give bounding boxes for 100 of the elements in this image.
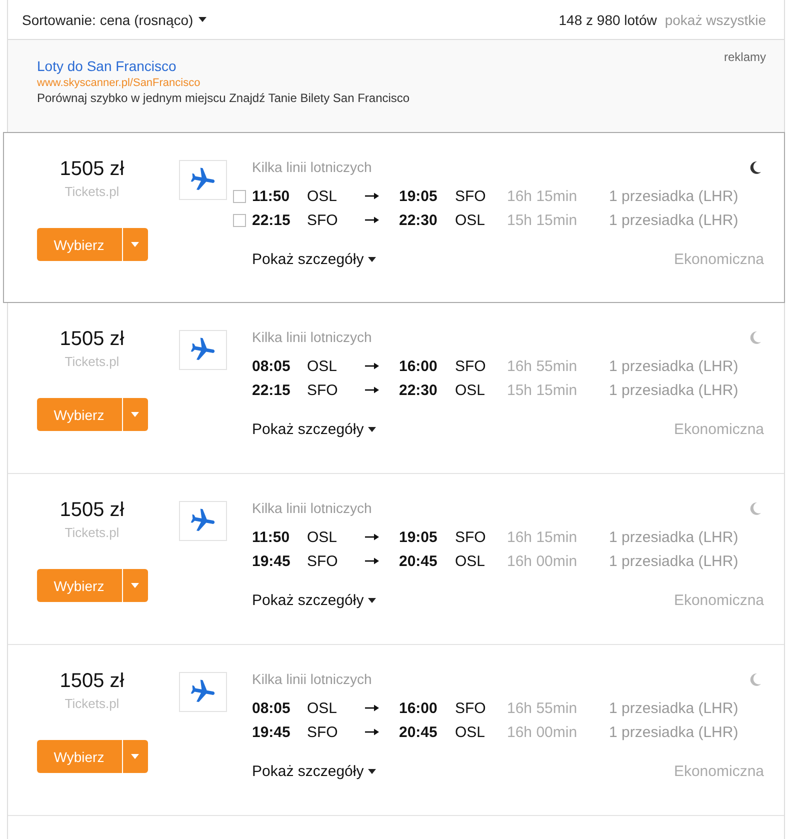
moon-icon — [749, 160, 761, 174]
caret-icon — [131, 242, 139, 247]
arrival-airport: SFO — [455, 528, 487, 546]
sort-dropdown[interactable]: Sortowanie: cena (rosnąco) — [22, 12, 208, 28]
price: 1505 zł — [60, 157, 124, 181]
arrival-airport: OSL — [455, 552, 486, 570]
flight-duration: 15h 15min — [507, 382, 578, 398]
departure-airport: SFO — [307, 382, 339, 398]
arrival-time: 22:30 — [399, 212, 438, 228]
flight-duration: 15h 15min — [507, 212, 578, 228]
stops-info: 1 przesiadka (LHR) — [609, 188, 738, 204]
price: 1505 zł — [60, 498, 124, 522]
flight-duration: 16h 00min — [507, 552, 578, 570]
airline-label: Kilka linii lotniczych — [252, 159, 372, 175]
ad-description: Porównaj szybko w jednym miejscu Znajdź Tanie Bilety San Francisco — [37, 91, 410, 106]
stops-info: 1 przesiadka (LHR) — [609, 552, 738, 570]
details-toggle[interactable]: Pokaż szczegóły — [252, 420, 376, 438]
departure-airport: OSL — [307, 528, 338, 546]
flight-duration: 16h 00min — [507, 724, 578, 740]
moon-icon — [749, 502, 761, 514]
cabin-class: Ekonomiczna — [674, 250, 764, 268]
flight-duration: 16h 15min — [507, 188, 578, 204]
caret-icon — [368, 768, 376, 774]
arrow-icon — [365, 728, 379, 736]
stops-info: 1 przesiadka (LHR) — [609, 700, 738, 716]
cabin-class: Ekonomiczna — [674, 420, 764, 438]
departure-time: 22:15 — [252, 212, 292, 228]
details-toggle[interactable]: Pokaż szczegóły — [252, 250, 376, 268]
arrival-airport: OSL — [455, 212, 486, 228]
checkbox[interactable] — [233, 190, 246, 202]
arrow-icon — [365, 386, 379, 394]
airplane-icon — [179, 160, 227, 200]
checkbox[interactable] — [233, 214, 246, 226]
price: 1505 zł — [60, 669, 124, 693]
select-button[interactable]: Wybierz — [36, 740, 122, 773]
arrival-time: 20:45 — [399, 552, 438, 570]
price: 1505 zł — [60, 327, 124, 351]
flight-duration: 16h 55min — [507, 700, 578, 716]
ad-title-link[interactable]: Loty do San Francisco — [37, 57, 176, 75]
arrival-airport: SFO — [455, 358, 487, 374]
arrow-icon — [365, 192, 379, 200]
arrival-time: 16:00 — [399, 358, 438, 374]
dropdown-button[interactable] — [122, 228, 148, 261]
cabin-class: Ekonomiczna — [674, 592, 764, 608]
arrow-icon — [365, 216, 379, 224]
departure-time: 19:45 — [252, 724, 292, 740]
select-button[interactable]: Wybierz — [36, 228, 122, 261]
arrival-time: 20:45 — [399, 724, 438, 740]
departure-airport: SFO — [307, 552, 339, 570]
departure-airport: SFO — [307, 212, 339, 228]
stops-info: 1 przesiadka (LHR) — [609, 358, 738, 374]
stops-info: 1 przesiadka (LHR) — [609, 382, 738, 398]
departure-time: 11:50 — [252, 528, 291, 546]
arrow-icon — [365, 533, 379, 541]
provider-name: Tickets.pl — [64, 183, 120, 201]
airline-label: Kilka linii lotniczych — [252, 329, 372, 345]
arrival-airport: OSL — [455, 724, 486, 740]
arrival-time: 16:00 — [399, 700, 438, 716]
airline-label: Kilka linii lotniczych — [252, 500, 372, 516]
caret-icon — [198, 17, 208, 22]
details-toggle[interactable]: Pokaż szczegóły — [252, 762, 376, 780]
departure-airport: OSL — [307, 358, 338, 374]
arrival-time: 22:30 — [399, 382, 438, 398]
caret-icon — [131, 583, 139, 588]
departure-time: 22:15 — [252, 382, 292, 398]
dropdown-button[interactable] — [122, 569, 148, 602]
departure-time: 19:45 — [252, 552, 292, 570]
arrival-time: 19:05 — [399, 188, 438, 204]
arrival-airport: SFO — [455, 188, 487, 204]
airplane-icon — [179, 330, 227, 370]
details-toggle[interactable]: Pokaż szczegóły — [252, 592, 376, 608]
departure-airport: OSL — [307, 700, 338, 716]
airplane-icon — [179, 672, 227, 712]
departure-airport: OSL — [307, 188, 338, 204]
airplane-icon — [179, 501, 227, 541]
departure-time: 11:50 — [252, 188, 291, 204]
ads-label: reklamy — [724, 49, 766, 65]
stops-info: 1 przesiadka (LHR) — [609, 724, 738, 740]
flight-duration: 16h 15min — [507, 528, 578, 546]
arrival-time: 19:05 — [399, 528, 438, 546]
caret-icon — [368, 426, 376, 432]
result-count: 148 z 980 lotów — [558, 12, 657, 28]
caret-icon — [368, 598, 376, 602]
flight-duration: 16h 55min — [507, 358, 578, 374]
departure-time: 08:05 — [252, 700, 292, 716]
show-all-link[interactable]: pokaż wszystkie — [664, 12, 766, 28]
provider-name: Tickets.pl — [64, 695, 120, 713]
caret-icon — [131, 412, 139, 417]
arrow-icon — [365, 362, 379, 370]
select-button[interactable]: Wybierz — [36, 569, 122, 602]
provider-name: Tickets.pl — [64, 353, 120, 371]
arrow-icon — [365, 557, 379, 565]
cabin-class: Ekonomiczna — [674, 762, 764, 780]
arrow-icon — [365, 704, 379, 712]
stops-info: 1 przesiadka (LHR) — [609, 212, 738, 228]
departure-time: 08:05 — [252, 358, 292, 374]
provider-name: Tickets.pl — [64, 524, 120, 542]
dropdown-button[interactable] — [122, 740, 148, 773]
select-button[interactable]: Wybierz — [36, 398, 122, 431]
dropdown-button[interactable] — [122, 398, 148, 431]
